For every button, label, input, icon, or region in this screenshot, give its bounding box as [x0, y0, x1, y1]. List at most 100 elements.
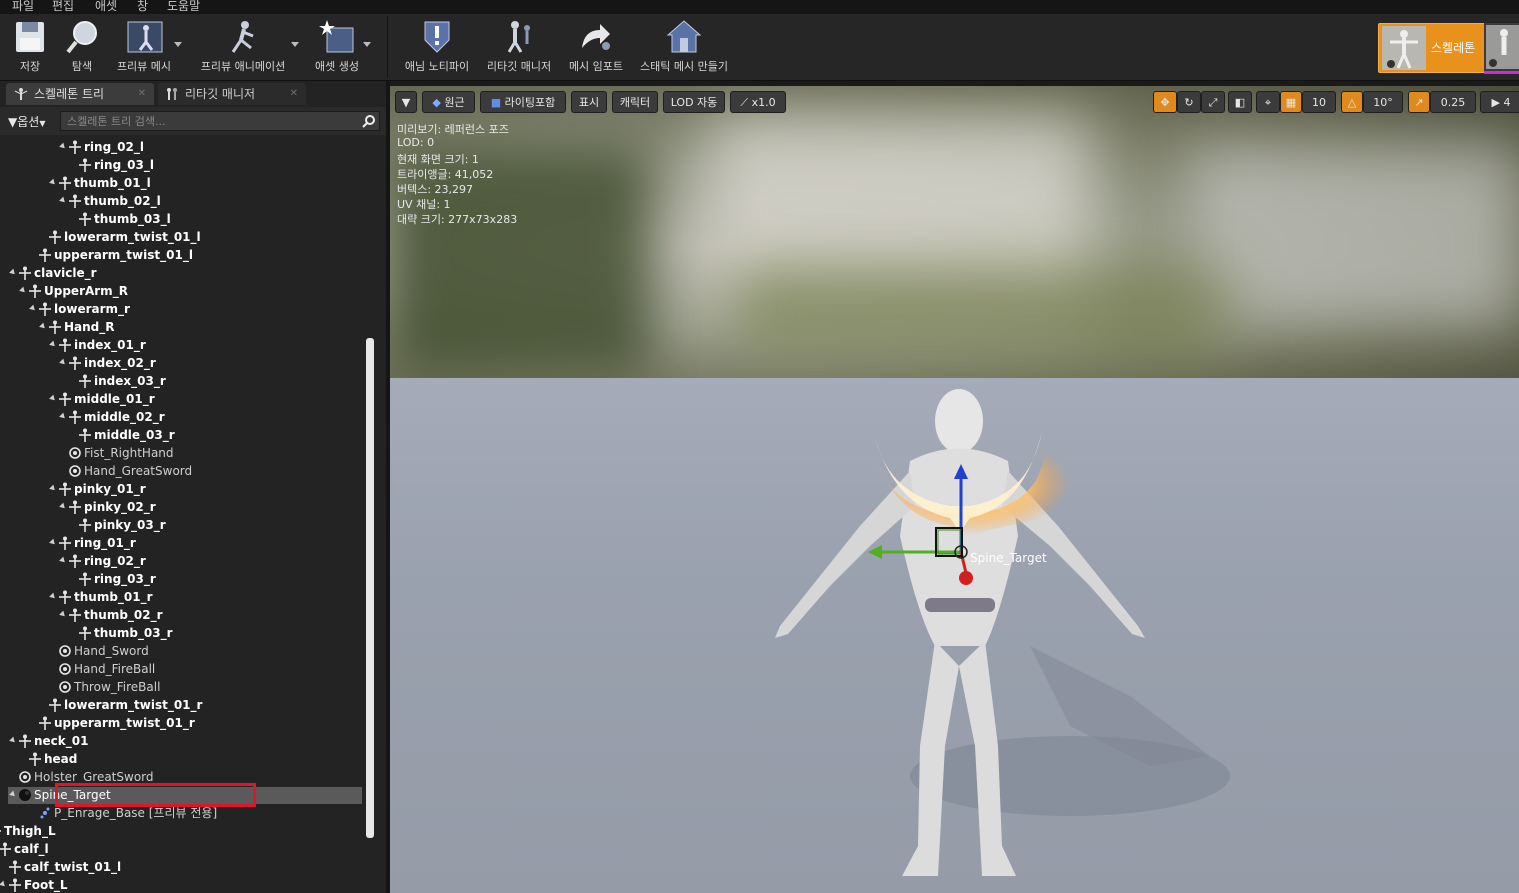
bone-icon — [69, 500, 81, 514]
make-static-mesh-icon — [664, 18, 704, 56]
tree-search-row: ▼옵션▼ 스켈레톤 트리 검색... — [0, 107, 388, 135]
info-preview-pose: 미리보기: 레퍼런스 포즈 — [397, 123, 509, 136]
bone-icon — [59, 392, 71, 406]
expand-arrow-icon[interactable] — [59, 502, 67, 511]
surface-snap-button[interactable]: ⌖ — [1256, 91, 1280, 113]
character-mannequin — [775, 389, 1230, 876]
menu-window[interactable]: 창 — [137, 0, 148, 14]
socket-icon — [19, 771, 31, 783]
camera-speed-button[interactable]: ▶ 4 — [1480, 91, 1519, 113]
create-asset-icon — [317, 18, 357, 56]
save-button[interactable]: 저장 — [6, 18, 54, 76]
retarget-manager-button[interactable]: 리타깃 매니저 — [482, 18, 556, 76]
expand-arrow-icon[interactable] — [29, 304, 37, 313]
info-uv-channels: UV 채널: 1 — [397, 198, 451, 211]
tree-item-label: head — [44, 752, 78, 766]
search-icon[interactable] — [362, 114, 376, 128]
preview-animation-dropdown-icon[interactable] — [291, 42, 299, 47]
bone-icon — [9, 878, 21, 892]
expand-arrow-icon[interactable] — [59, 358, 67, 367]
character-button[interactable]: 캐릭터 — [612, 91, 658, 113]
make-static-mesh-button[interactable]: 스태틱 메시 만들기 — [634, 18, 734, 76]
tab-skeleton-tree[interactable]: 스켈레톤 트리 ✕ — [6, 83, 154, 105]
playback-speed-button[interactable]: ⟋ x1.0 — [730, 91, 786, 113]
expand-arrow-icon[interactable] — [49, 394, 57, 403]
menu-edit[interactable]: 편집 — [52, 0, 74, 14]
preview-mesh-icon — [124, 18, 164, 56]
scale-tool-button[interactable]: ⤢ — [1201, 91, 1225, 113]
create-asset-button[interactable]: 애셋 생성 — [306, 18, 368, 76]
bone-icon — [49, 230, 61, 244]
options-dropdown[interactable]: ▼옵션▼ — [8, 113, 45, 130]
tree-item-label: thumb_03_r — [94, 626, 173, 640]
show-button[interactable]: 표시 — [571, 91, 607, 113]
toolbar-separator — [387, 16, 388, 78]
expand-arrow-icon[interactable] — [49, 592, 57, 601]
expand-arrow-icon[interactable] — [9, 736, 17, 745]
close-tab-icon[interactable]: ✕ — [138, 83, 146, 105]
tree-item-label: index_02_r — [84, 356, 156, 370]
anim-notify-icon — [417, 18, 457, 56]
tree-item-label: upperarm_twist_01_r — [54, 716, 195, 730]
translate-tool-button[interactable]: ✥ — [1153, 91, 1177, 113]
cube-icon: ■ — [490, 96, 502, 109]
coordinate-system-button[interactable]: ◧ — [1228, 91, 1252, 113]
grid-snap-value[interactable]: 10 — [1302, 91, 1336, 113]
anim-notify-button[interactable]: 애님 노티파이 — [400, 18, 474, 76]
expand-arrow-icon[interactable] — [0, 880, 7, 889]
expand-arrow-icon[interactable] — [39, 322, 47, 331]
expand-arrow-icon[interactable] — [59, 556, 67, 565]
preview-mesh-button[interactable]: 프리뷰 메시 — [108, 18, 180, 76]
expand-arrow-icon[interactable] — [49, 340, 57, 349]
import-mesh-button[interactable]: 메시 임포트 — [564, 18, 628, 76]
expand-arrow-icon[interactable] — [9, 790, 17, 799]
viewport[interactable]: Spine_Target ▼ ◆ 원근 ■ 라이팅포함 표시 캐릭터 LOD 자… — [390, 86, 1519, 893]
grid-snap-toggle[interactable]: ▦ — [1280, 91, 1302, 113]
create-asset-dropdown-icon[interactable] — [363, 42, 371, 47]
skeleton-tree: ring_02_l ring_03_l thumb_01_l thumb_02_l th… — [0, 138, 364, 893]
menu-help[interactable]: 도움말 — [167, 0, 200, 14]
tree-item-label: ring_03_l — [94, 158, 154, 172]
expand-arrow-icon[interactable] — [19, 286, 27, 295]
perspective-icon: ◆ — [432, 96, 441, 109]
preview-animation-button[interactable]: 프리뷰 애니메이션 — [195, 18, 291, 76]
menu-asset[interactable]: 애셋 — [95, 0, 117, 14]
bone-icon — [29, 284, 41, 298]
expand-arrow-icon[interactable] — [49, 178, 57, 187]
tree-item-label: lowerarm_r — [54, 302, 130, 316]
bone-icon — [39, 248, 51, 262]
close-tab-icon[interactable]: ✕ — [290, 83, 298, 105]
lighting-button[interactable]: ■ 라이팅포함 — [480, 91, 566, 113]
expand-arrow-icon[interactable] — [59, 412, 67, 421]
bone-icon — [69, 140, 81, 154]
menu-file[interactable]: 파일 — [12, 0, 34, 14]
scale-snap-toggle[interactable]: ↗ — [1408, 91, 1430, 113]
rotate-tool-button[interactable]: ↻ — [1177, 91, 1201, 113]
rotation-snap-toggle[interactable]: △ — [1341, 91, 1363, 113]
skeleton-search-input[interactable]: 스켈레톤 트리 검색... — [60, 111, 380, 131]
perspective-button[interactable]: ◆ 원근 — [422, 91, 475, 113]
tab-retarget-manager[interactable]: 리타깃 매니저 ✕ — [158, 83, 306, 105]
tree-scrollbar[interactable] — [366, 338, 374, 838]
bone-icon — [69, 608, 81, 622]
expand-arrow-icon[interactable] — [9, 268, 17, 277]
skeleton-mode-label: 스켈레톤 — [1431, 41, 1476, 55]
tree-item-label: ring_02_l — [84, 140, 144, 154]
expand-arrow-icon[interactable] — [49, 484, 57, 493]
scale-snap-value[interactable]: 0.25 — [1430, 91, 1476, 113]
preview-mesh-dropdown-icon[interactable] — [174, 42, 182, 47]
expand-arrow-icon[interactable] — [59, 142, 67, 151]
viewport-options-dropdown[interactable]: ▼ — [395, 91, 417, 113]
tree-item-label: neck_01 — [34, 734, 89, 748]
rotation-snap-value[interactable]: 10° — [1363, 91, 1403, 113]
scale-snap-icon: ↗ — [1414, 96, 1424, 109]
expand-arrow-icon[interactable] — [59, 196, 67, 205]
browse-button[interactable]: 탐색 — [58, 18, 106, 76]
lod-button[interactable]: LOD 자동 — [663, 91, 725, 113]
expand-arrow-icon[interactable] — [59, 610, 67, 619]
bone-icon — [79, 374, 91, 388]
tree-item-label: Foot_L — [24, 878, 68, 892]
bone-icon — [49, 320, 61, 334]
mesh-mode-button[interactable] — [1484, 23, 1519, 74]
expand-arrow-icon[interactable] — [49, 538, 57, 547]
